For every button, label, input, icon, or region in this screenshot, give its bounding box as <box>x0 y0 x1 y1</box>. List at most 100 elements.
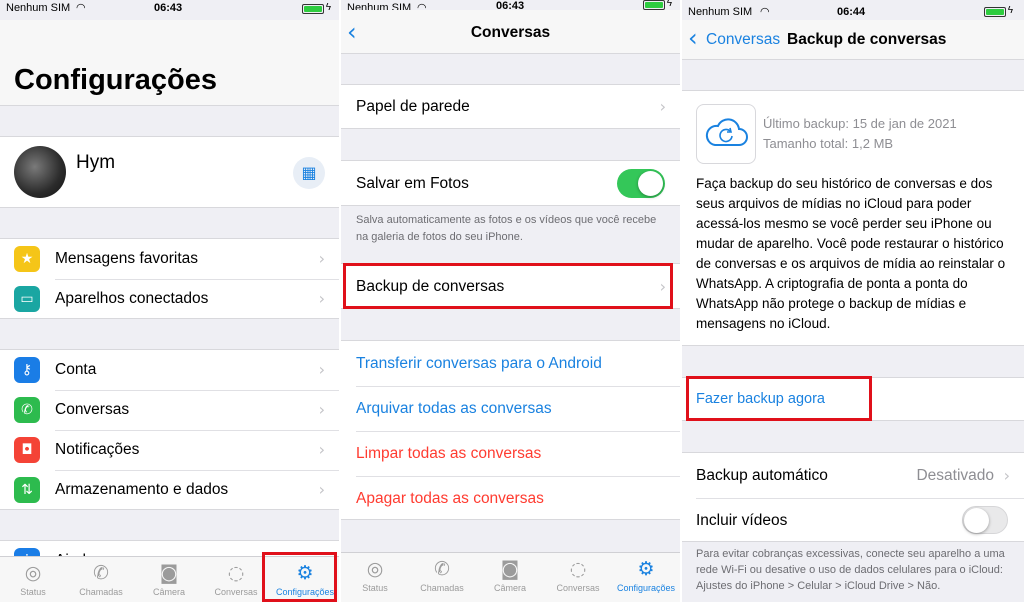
tab-chats[interactable]: ◌ Conversas <box>548 557 608 593</box>
archive-all-button[interactable]: Arquivar todas as conversas <box>341 389 680 429</box>
status-icon: ◎ <box>366 558 384 580</box>
tab-status[interactable]: ◎ Status <box>3 561 63 597</box>
chevron-right-icon: › <box>318 249 325 268</box>
highlight-box <box>686 376 872 421</box>
last-backup-text: Último backup: 15 de jan de 2021 <box>763 116 957 131</box>
chat-backup-screen: Nenhum SIM ◠ 06:44 ϟ ‹ Conversas Backup … <box>682 0 1024 602</box>
carrier-label: Nenhum SIM <box>688 6 753 18</box>
wallpaper-group: Papel de parede › <box>341 84 680 129</box>
nav-title: Backup de conversas <box>787 31 947 48</box>
wifi-icon: ◠ <box>760 6 770 18</box>
back-button[interactable]: Conversas <box>706 31 780 49</box>
settings-group-2: ⚷ Conta › ✆ Conversas › ◘ Notificações ›… <box>0 349 339 510</box>
delete-all-button[interactable]: Apagar todas as conversas <box>341 479 680 519</box>
nav-title: Conversas <box>470 24 551 41</box>
settings-item-notifications[interactable]: ◘ Notificações › <box>0 430 339 470</box>
settings-item-label: Notificações <box>55 441 140 458</box>
chevron-right-icon: › <box>318 400 325 419</box>
tab-chats[interactable]: ◌ Conversas <box>206 561 266 597</box>
settings-item-storage[interactable]: ⇅ Armazenamento e dados › <box>0 470 339 510</box>
backup-description: Faça backup do seu histórico de conversa… <box>696 176 1006 331</box>
phone-icon: ✆ <box>93 562 109 584</box>
chevron-right-icon: › <box>318 289 325 308</box>
settings-group-1: ★ Mensagens favoritas › ▭ Aparelhos cone… <box>0 238 339 319</box>
settings-item-label: Conta <box>55 361 97 378</box>
auto-backup-group: Backup automático Desativado › Incluir v… <box>682 452 1024 542</box>
settings-item-account[interactable]: ⚷ Conta › <box>0 350 339 390</box>
laptop-icon: ▭ <box>14 286 40 312</box>
battery-icon: ϟ <box>302 2 331 14</box>
key-icon: ⚷ <box>14 357 40 383</box>
status-bar: Nenhum SIM ◠ 06:44 ϟ <box>682 0 1024 20</box>
status-icon: ◎ <box>24 562 42 584</box>
chevron-right-icon: › <box>1003 466 1010 485</box>
chat-actions-group: Transferir conversas para o Android Arqu… <box>341 340 680 520</box>
clear-all-button[interactable]: Limpar todas as conversas <box>341 434 680 474</box>
page-title: Configurações <box>14 64 218 96</box>
wifi-icon: ◠ <box>76 2 86 14</box>
nav-bar: ‹ Conversas <box>341 10 680 54</box>
tab-calls[interactable]: ✆ Chamadas <box>412 557 472 593</box>
save-photos-group: Salvar em Fotos <box>341 160 680 206</box>
wallpaper-label: Papel de parede <box>356 98 470 115</box>
tab-bar: ◎ Status ✆ Chamadas ◙ Câmera ◌ Conversas ⚙ Co… <box>341 552 680 602</box>
profile-name: Hym <box>76 152 116 173</box>
whatsapp-icon: ✆ <box>14 397 40 423</box>
camera-icon: ◙ <box>500 558 520 580</box>
star-icon: ★ <box>14 246 40 272</box>
settings-item-label: Conversas <box>55 401 130 418</box>
settings-item-label: Aparelhos conectados <box>55 290 209 307</box>
settings-item-label: Armazenamento e dados <box>55 481 229 498</box>
chevron-right-icon: › <box>318 440 325 459</box>
include-videos-note: Para evitar cobranças excessivas, conect… <box>696 548 1005 592</box>
chat-icon: ◌ <box>569 558 587 580</box>
settings-item-linked-devices[interactable]: ▭ Aparelhos conectados › <box>0 279 339 319</box>
tab-calls[interactable]: ✆ Chamadas <box>71 561 131 597</box>
include-videos-toggle[interactable] <box>962 506 1008 534</box>
settings-icon: ⚙ <box>637 558 655 580</box>
include-videos-label: Incluir vídeos <box>696 512 788 529</box>
camera-icon: ◙ <box>159 562 179 584</box>
wallpaper-row[interactable]: Papel de parede › <box>341 87 680 127</box>
tab-status[interactable]: ◎ Status <box>345 557 405 593</box>
chevron-right-icon: › <box>659 97 666 116</box>
chats-settings-screen: Nenhum SIM ◠ 06:43 ϟ ‹ Conversas Papel d… <box>341 0 680 602</box>
back-chevron-icon[interactable]: ‹ <box>688 24 698 52</box>
tab-camera[interactable]: ◙ Câmera <box>139 561 199 597</box>
qr-code-icon[interactable]: ▦ <box>293 157 325 189</box>
settings-item-label: Mensagens favoritas <box>55 250 199 267</box>
profile-row[interactable]: Hym ▦ <box>0 136 339 208</box>
backup-info-group: Último backup: 15 de jan de 2021 Tamanho… <box>682 90 1024 346</box>
icloud-backup-icon <box>696 104 756 164</box>
tab-settings[interactable]: ⚙ Configurações <box>613 557 679 593</box>
save-photos-label: Salvar em Fotos <box>356 175 469 192</box>
chat-icon: ◌ <box>227 562 245 584</box>
save-photos-note: Salva automaticamente as fotos e os víde… <box>356 214 657 243</box>
nav-bar: ‹ Conversas Backup de conversas <box>682 20 1024 60</box>
avatar[interactable] <box>14 146 66 198</box>
settings-item-starred[interactable]: ★ Mensagens favoritas › <box>0 239 339 279</box>
total-size-text: Tamanho total: 1,2 MB <box>763 136 894 151</box>
chevron-right-icon: › <box>318 480 325 499</box>
auto-backup-label: Backup automático <box>696 467 828 484</box>
settings-item-chats[interactable]: ✆ Conversas › <box>0 390 339 430</box>
status-bar: Nenhum SIM ◠ 06:43 ϟ <box>0 0 339 20</box>
battery-icon: ϟ <box>984 5 1013 17</box>
highlight-box <box>343 263 673 309</box>
clock-label: 06:44 <box>837 6 866 18</box>
carrier-label: Nenhum SIM <box>6 2 71 14</box>
auto-backup-row[interactable]: Backup automático Desativado › <box>682 456 1024 496</box>
transfer-to-android-button[interactable]: Transferir conversas para o Android <box>341 344 680 384</box>
arrows-icon: ⇅ <box>14 477 40 503</box>
save-photos-toggle[interactable] <box>617 169 665 198</box>
phone-icon: ✆ <box>434 558 450 580</box>
large-header: Configurações <box>0 20 339 106</box>
tab-camera[interactable]: ◙ Câmera <box>480 557 540 593</box>
chevron-right-icon: › <box>318 360 325 379</box>
settings-screen: Nenhum SIM ◠ 06:43 ϟ Configurações Hym ▦… <box>0 0 339 602</box>
notification-icon: ◘ <box>14 437 40 463</box>
auto-backup-value: Desativado <box>916 467 994 484</box>
clock-label: 06:43 <box>154 2 183 14</box>
highlight-box <box>262 552 337 602</box>
battery-icon: ϟ <box>643 0 672 10</box>
